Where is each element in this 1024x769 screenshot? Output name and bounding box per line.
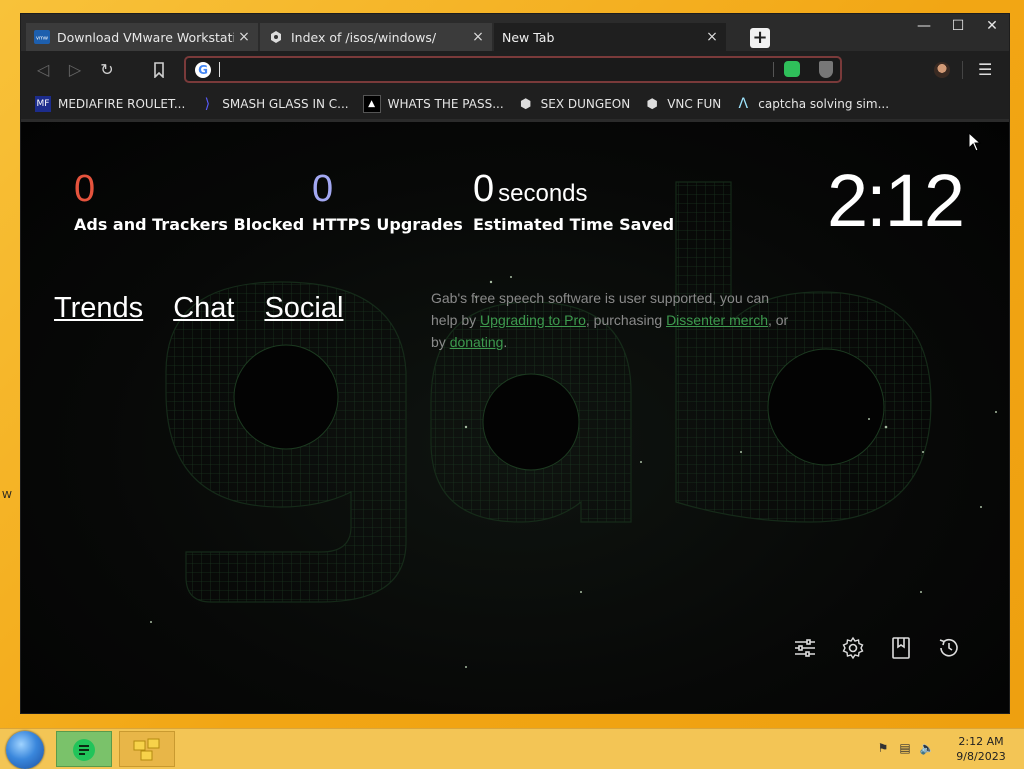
gab-links: Trends Chat Social <box>54 292 373 325</box>
folder-icon <box>133 738 160 761</box>
bookmark-label: captcha solving sim... <box>758 97 890 111</box>
volume-icon[interactable]: 🔈 <box>916 741 938 757</box>
close-tab-icon[interactable]: × <box>234 29 254 45</box>
time-saved-count: 0 <box>473 168 495 210</box>
close-tab-icon[interactable]: × <box>468 29 488 45</box>
address-bar[interactable]: G <box>184 56 842 83</box>
bookmark-sex-dungeon[interactable]: ⬢ SEX DUNGEON <box>518 96 631 112</box>
bolt-icon: ⟩ <box>204 96 211 112</box>
ads-blocked-stat: 0 Ads and Trackers Blocked <box>74 168 304 234</box>
blurb-text: . <box>503 334 508 350</box>
bookmark-smash-glass[interactable]: ⟩ SMASH GLASS IN C... <box>199 96 349 112</box>
tab-title: Download VMware Workstation Pl <box>57 29 234 45</box>
new-tab-button[interactable]: + <box>750 28 770 48</box>
link-trends[interactable]: Trends <box>54 292 143 325</box>
upgrade-pro-link[interactable]: Upgrading to Pro <box>480 312 586 328</box>
shield-icon[interactable] <box>819 61 833 78</box>
network-icon[interactable]: ▤ <box>894 741 916 757</box>
ghost-icon <box>271 31 281 43</box>
window-controls: — ☐ ✕ <box>907 14 1009 38</box>
back-button[interactable]: ◁ <box>33 60 53 80</box>
https-upgrades-label: HTTPS Upgrades <box>312 215 463 234</box>
settings-gear-icon[interactable] <box>841 636 865 660</box>
browser-window: — ☐ ✕ vmw Download VMware Workstation Pl… <box>20 13 1010 714</box>
desktop-icon-partial[interactable]: W <box>2 490 12 501</box>
clock: 2:12 <box>827 159 965 242</box>
tab-new-tab[interactable]: New Tab × <box>494 23 726 51</box>
taskbar-app-dissenter[interactable] <box>56 731 112 767</box>
close-window-button[interactable]: ✕ <box>975 14 1009 38</box>
bookmark-label: SMASH GLASS IN C... <box>222 97 349 111</box>
menu-icon[interactable]: ☰ <box>978 60 992 79</box>
new-tab-page: 0 Ads and Trackers Blocked 0 HTTPS Upgra… <box>21 122 1009 713</box>
bookmark-label: WHATS THE PASS... <box>387 97 504 111</box>
action-center-flag-icon[interactable]: ⚑ <box>872 741 894 757</box>
avatar[interactable] <box>934 62 950 78</box>
start-button[interactable] <box>6 731 44 769</box>
taskbar-time: 2:12 AM <box>958 735 1004 748</box>
https-upgrades-stat: 0 HTTPS Upgrades <box>312 168 463 234</box>
bookmark-mediafire[interactable]: MF MEDIAFIRE ROULET... <box>35 96 185 112</box>
dissenter-icon[interactable] <box>784 61 800 77</box>
svg-text:vmw: vmw <box>36 36 48 42</box>
toolbar: ◁ ▷ ↻ G ☰ <box>21 51 1009 89</box>
ads-blocked-label: Ads and Trackers Blocked <box>74 215 305 234</box>
bookmark-whats-the-pass[interactable]: ▲ WHATS THE PASS... <box>362 95 504 113</box>
history-clock-icon[interactable] <box>937 636 961 660</box>
mouse-cursor-icon <box>968 132 982 152</box>
reload-button[interactable]: ↻ <box>97 60 117 80</box>
bookmark-label: MEDIAFIRE ROULET... <box>58 97 186 111</box>
donating-link[interactable]: donating <box>450 334 504 350</box>
close-tab-icon[interactable]: × <box>702 29 722 45</box>
time-saved-label: Estimated Time Saved <box>473 215 675 234</box>
arrow-icon: Λ <box>738 96 749 112</box>
tab-vmware[interactable]: vmw Download VMware Workstation Pl × <box>26 23 258 51</box>
tab-title: Index of /isos/windows/ <box>291 29 437 45</box>
time-saved-unit: seconds <box>498 180 588 207</box>
mediafire-icon: MF <box>35 96 51 112</box>
dissenter-icon <box>73 739 95 761</box>
support-blurb: Gab's free speech software is user suppo… <box>431 287 791 353</box>
bookmarks-icon[interactable] <box>889 636 913 660</box>
blurb-text: , purchasing <box>585 312 667 328</box>
ghost-icon: ⬢ <box>519 96 532 112</box>
tab-strip: vmw Download VMware Workstation Pl × Ind… <box>26 23 728 51</box>
tab-isos-index[interactable]: Index of /isos/windows/ × <box>260 23 492 51</box>
bookmarks-bar: MF MEDIAFIRE ROULET... ⟩ SMASH GLASS IN … <box>21 89 1009 119</box>
bookmark-captcha[interactable]: Λ captcha solving sim... <box>735 96 889 112</box>
ads-blocked-count: 0 <box>74 168 96 210</box>
dissenter-merch-link[interactable]: Dissenter merch <box>666 312 768 328</box>
minimize-button[interactable]: — <box>907 14 941 38</box>
system-tray: ⚑ ▤ 🔈 <box>872 741 938 757</box>
taskbar-date: 9/8/2023 <box>956 750 1006 763</box>
bookmark-icon[interactable] <box>152 62 166 78</box>
customize-sliders-icon[interactable] <box>793 636 817 660</box>
ghost-icon: ⬢ <box>646 96 658 112</box>
link-chat[interactable]: Chat <box>173 292 234 325</box>
text-caret <box>219 62 220 77</box>
https-upgrades-count: 0 <box>312 168 334 210</box>
divider <box>773 62 774 77</box>
link-social[interactable]: Social <box>264 292 343 325</box>
taskbar-clock[interactable]: 2:12 AM 9/8/2023 <box>950 734 1012 764</box>
divider <box>962 61 963 79</box>
maximize-button[interactable]: ☐ <box>941 14 975 38</box>
tab-title: New Tab <box>502 29 555 45</box>
google-icon: G <box>195 62 211 78</box>
forward-button[interactable]: ▷ <box>65 60 85 80</box>
terminal-icon: ▲ <box>362 95 381 113</box>
vmware-icon: vmw <box>34 30 50 44</box>
taskbar-app-explorer[interactable] <box>119 731 175 767</box>
taskbar: ⚑ ▤ 🔈 2:12 AM 9/8/2023 <box>0 728 1024 769</box>
bookmark-label: VNC FUN <box>667 97 722 111</box>
bookmark-vnc-fun[interactable]: ⬢ VNC FUN <box>644 96 722 112</box>
bookmark-label: SEX DUNGEON <box>540 97 631 111</box>
time-saved-stat: 0 seconds Estimated Time Saved <box>473 168 674 234</box>
